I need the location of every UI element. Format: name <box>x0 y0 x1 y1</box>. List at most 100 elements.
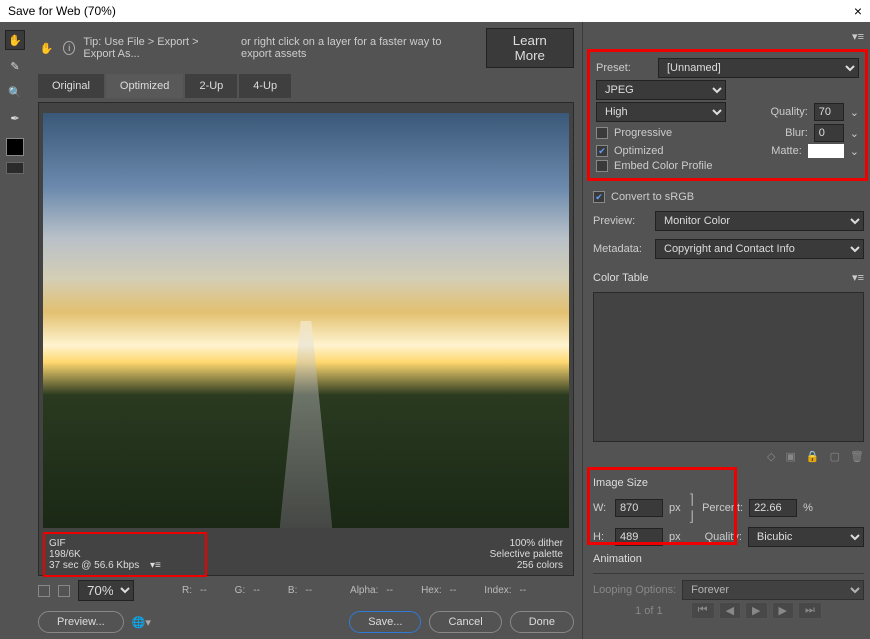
optimized-label: Optimized <box>614 145 664 157</box>
r-label: R: <box>182 585 192 596</box>
slice-select-icon[interactable] <box>58 585 70 597</box>
convert-srgb-checkbox[interactable]: ✔ <box>593 191 605 203</box>
convert-srgb-label: Convert to sRGB <box>611 191 694 203</box>
last-frame-icon: ⏭ <box>798 602 822 619</box>
close-icon[interactable]: × <box>854 3 862 19</box>
progressive-checkbox[interactable] <box>596 127 608 139</box>
format-info: GIF 198/6K 37 sec @ 56.6 Kbps ▾≡ <box>49 538 161 571</box>
highlight-annotation: Preset: [Unnamed] JPEG High Quality: ⌄ P… <box>587 49 868 181</box>
tip-text-prefix: Tip: Use File > Export > Export As... <box>83 36 233 60</box>
quality-chevron-icon[interactable]: ⌄ <box>850 106 859 119</box>
preview-select[interactable]: Monitor Color <box>655 211 864 231</box>
alpha-value: -- <box>386 585 393 596</box>
animation-heading: Animation <box>593 553 642 565</box>
r-value: -- <box>200 585 207 596</box>
matte-label: Matte: <box>771 145 802 157</box>
zoom-select[interactable]: 70% <box>78 580 134 601</box>
blur-input[interactable] <box>814 124 844 142</box>
resample-quality-label: Quality: <box>705 531 742 543</box>
format-label: GIF <box>49 538 161 549</box>
zoom-tool-icon[interactable]: 🔍 <box>5 82 25 102</box>
g-value: -- <box>253 585 260 596</box>
preview-button[interactable]: Preview... <box>38 611 124 633</box>
height-input[interactable] <box>615 528 663 546</box>
percent-label: Percent: <box>702 502 743 514</box>
eyedropper-swatch[interactable] <box>6 138 24 156</box>
link-chain-icon[interactable]: ⌉⌋ <box>689 491 694 525</box>
palette-info: 100% dither Selective palette 256 colors <box>490 538 563 571</box>
tab-optimized[interactable]: Optimized <box>106 74 184 98</box>
matte-swatch[interactable] <box>808 144 844 158</box>
first-frame-icon: ⏮ <box>691 602 715 619</box>
cancel-button[interactable]: Cancel <box>429 611 501 633</box>
preset-select[interactable]: [Unnamed] <box>658 58 859 78</box>
dither-label: 100% dither <box>490 538 563 549</box>
slice-visibility-icon[interactable] <box>6 162 24 174</box>
alpha-label: Alpha: <box>350 585 378 596</box>
panel-flyout-icon[interactable]: ▾≡ <box>852 30 864 43</box>
format-select[interactable]: JPEG <box>596 80 726 100</box>
b-label: B: <box>288 585 297 596</box>
px-label-2: px <box>669 531 681 543</box>
looping-select: Forever <box>682 580 864 600</box>
embed-profile-label: Embed Color Profile <box>614 160 712 172</box>
height-label: H: <box>593 531 609 543</box>
image-size-heading: Image Size <box>593 477 648 489</box>
slice-hide-icon[interactable] <box>38 585 50 597</box>
window-title: Save for Web (70%) <box>8 4 116 18</box>
eyedropper-tool-icon[interactable]: ✒ <box>5 108 25 128</box>
color-table-heading: Color Table <box>593 272 648 284</box>
info-icon: i <box>63 41 75 55</box>
trash-icon[interactable]: 🗑 <box>850 450 864 463</box>
save-button[interactable]: Save... <box>349 611 421 633</box>
slice-tool-icon[interactable]: ✎ <box>5 56 25 76</box>
tab-2up[interactable]: 2-Up <box>185 74 237 98</box>
g-label: G: <box>235 585 246 596</box>
preset-label: Preset: <box>596 62 652 74</box>
preview-image[interactable] <box>43 113 569 528</box>
tip-text-suffix: or right click on a layer for a faster w… <box>241 36 472 60</box>
download-menu-icon[interactable]: ▾≡ <box>150 560 161 571</box>
px-label: px <box>669 502 681 514</box>
percent-input[interactable] <box>749 499 797 517</box>
looping-label: Looping Options: <box>593 584 676 596</box>
ct-icon-1[interactable]: ◇ <box>767 450 775 463</box>
color-table-flyout-icon[interactable]: ▾≡ <box>852 271 864 284</box>
learn-more-button[interactable]: Learn More <box>486 28 574 68</box>
embed-profile-checkbox[interactable] <box>596 160 608 172</box>
prev-frame-icon: ◀ <box>719 602 741 619</box>
progressive-label: Progressive <box>614 127 672 139</box>
quality-label: Quality: <box>770 106 807 118</box>
hand-tool-icon[interactable]: ✋ <box>5 30 25 50</box>
hex-label: Hex: <box>421 585 442 596</box>
ct-icon-2[interactable]: ▣ <box>786 450 796 463</box>
quality-preset-select[interactable]: High <box>596 102 726 122</box>
matte-chevron-icon[interactable]: ⌄ <box>850 145 859 158</box>
tool-strip: ✋ ✎ 🔍 ✒ <box>0 22 30 639</box>
quality-input[interactable] <box>814 103 844 121</box>
width-input[interactable] <box>615 499 663 517</box>
percent-symbol: % <box>803 502 813 514</box>
browser-icon[interactable]: 🌐▾ <box>132 616 151 629</box>
play-icon: ▶ <box>745 602 767 619</box>
next-frame-icon: ▶ <box>772 602 794 619</box>
metadata-label: Metadata: <box>593 243 649 255</box>
tab-original[interactable]: Original <box>38 74 104 98</box>
new-swatch-icon[interactable]: ▢ <box>830 450 840 463</box>
b-value: -- <box>305 585 312 596</box>
blur-chevron-icon[interactable]: ⌄ <box>850 127 859 140</box>
color-table[interactable] <box>593 292 864 442</box>
done-button[interactable]: Done <box>510 611 574 633</box>
frame-counter: 1 of 1 <box>635 605 663 617</box>
preview-label: Preview: <box>593 215 649 227</box>
tab-4up[interactable]: 4-Up <box>239 74 291 98</box>
index-value: -- <box>520 585 527 596</box>
colors-label: 256 colors <box>490 560 563 571</box>
hex-value: -- <box>450 585 457 596</box>
metadata-select[interactable]: Copyright and Contact Info <box>655 239 864 259</box>
optimized-checkbox[interactable]: ✔ <box>596 145 608 157</box>
filesize-label: 198/6K <box>49 549 161 560</box>
lock-icon[interactable]: 🔒 <box>806 450 820 463</box>
palette-label: Selective palette <box>490 549 563 560</box>
resample-quality-select[interactable]: Bicubic <box>748 527 864 547</box>
